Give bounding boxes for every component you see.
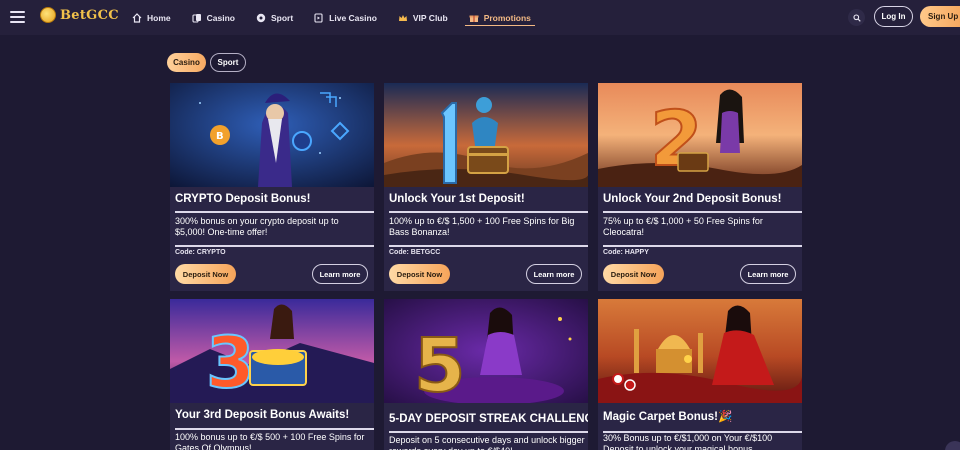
promo-card-1st-deposit: Unlock Your 1st Deposit! 100% up to €/$ … <box>384 83 588 291</box>
promo-title: Your 3rd Deposit Bonus Awaits! <box>175 409 350 421</box>
logo-text: BetGCC <box>60 7 119 23</box>
promo-image-crypto[interactable]: B <box>170 83 374 187</box>
divider <box>389 211 588 213</box>
promo-description: 100% up to €/$ 1,500 + 100 Free Spins fo… <box>389 216 575 237</box>
crown-icon <box>398 14 407 21</box>
nav-promotions-label: Promotions <box>483 12 531 23</box>
nav-promotions[interactable]: Promotions <box>464 0 536 35</box>
learn-more-button[interactable]: Learn more <box>526 264 582 284</box>
search-button[interactable] <box>848 9 865 26</box>
promo-description: 100% bonus up to €/$ 500 + 100 Free Spin… <box>175 432 365 450</box>
promo-card-3rd-deposit: 3 Your 3rd Deposit Bonus Awaits! 100% bo… <box>170 299 374 450</box>
tab-sport[interactable]: Sport <box>210 53 246 72</box>
promo-image-3rd-deposit[interactable]: 3 <box>170 299 374 403</box>
promo-card-crypto: B CRYPTO Deposit Bonus! 300% bonus on yo… <box>170 83 374 291</box>
promo-title: Unlock Your 1st Deposit! <box>389 193 525 205</box>
divider <box>603 245 802 247</box>
promo-title: Magic Carpet Bonus!🎉 <box>603 411 733 423</box>
logo-coin-icon <box>40 7 56 23</box>
promo-card-2nd-deposit: 2 Unlock Your 2nd Deposit Bonus! 75% up … <box>598 83 802 291</box>
nav-sport[interactable]: Sport <box>256 0 293 35</box>
nav-home-label: Home <box>147 12 171 23</box>
live-icon <box>314 12 323 23</box>
divider <box>389 245 588 247</box>
promo-title: 5-DAY DEPOSIT STREAK CHALLENGE <box>389 413 588 425</box>
promo-description: 75% up to €/$ 1,000 + 50 Free Spins for … <box>603 216 763 237</box>
learn-more-button[interactable]: Learn more <box>740 264 796 284</box>
divider <box>175 245 374 247</box>
divider <box>603 211 802 213</box>
promo-card-magic-carpet: Magic Carpet Bonus!🎉 30% Bonus up to €/$… <box>598 299 802 450</box>
deposit-now-button[interactable]: Deposit Now <box>603 264 664 284</box>
svg-text:B: B <box>216 131 224 142</box>
promo-description: 30% Bonus up to €/$1,000 on Your €/$100 … <box>603 433 773 450</box>
promo-code: Code: BETGCC <box>389 249 441 256</box>
promo-code: Code: HAPPY <box>603 249 649 256</box>
signup-button[interactable]: Sign Up <box>920 6 960 27</box>
nav-live-casino-label: Live Casino <box>329 12 377 23</box>
menu-icon[interactable] <box>10 11 25 23</box>
cards-icon <box>192 13 201 23</box>
promo-code: Code: CRYPTO <box>175 249 226 256</box>
deposit-now-button[interactable]: Deposit Now <box>175 264 236 284</box>
divider <box>389 431 588 433</box>
divider <box>175 211 374 213</box>
svg-text:3: 3 <box>206 322 255 403</box>
nav-vip-club[interactable]: VIP Club <box>398 0 448 35</box>
nav-casino[interactable]: Casino <box>192 0 235 35</box>
promo-image-magic-carpet[interactable] <box>598 299 802 403</box>
nav-vip-club-label: VIP Club <box>412 12 448 23</box>
logo[interactable]: BetGCC <box>40 7 119 23</box>
login-button[interactable]: Log In <box>874 6 913 27</box>
learn-more-button[interactable]: Learn more <box>312 264 368 284</box>
promo-image-2nd-deposit[interactable]: 2 <box>598 83 802 187</box>
promo-image-5-day-streak[interactable]: 5 <box>384 299 588 403</box>
promo-description: 300% bonus on your crypto deposit up to … <box>175 216 339 237</box>
nav-casino-label: Casino <box>206 12 235 23</box>
search-icon <box>852 13 861 22</box>
nav-sport-label: Sport <box>270 12 294 23</box>
deposit-now-button[interactable]: Deposit Now <box>389 264 450 284</box>
gift-icon <box>469 15 479 22</box>
tab-casino[interactable]: Casino <box>167 53 206 72</box>
promo-image-1st-deposit[interactable] <box>384 83 588 187</box>
promo-description: Deposit on 5 consecutive days and unlock… <box>389 435 585 450</box>
divider <box>175 428 374 430</box>
home-icon <box>132 12 142 23</box>
promo-title: Unlock Your 2nd Deposit Bonus! <box>603 193 782 205</box>
soccer-ball-icon <box>256 13 266 22</box>
promo-card-5-day-streak: 5 5-DAY DEPOSIT STREAK CHALLENGE Deposit… <box>384 299 588 450</box>
nav-live-casino[interactable]: Live Casino <box>314 0 377 35</box>
nav-home[interactable]: Home <box>132 0 171 35</box>
top-header: BetGCC Home Casino Sport Live Casino VIP… <box>0 0 960 35</box>
main-nav: Home Casino Sport Live Casino VIP Club P… <box>132 0 552 35</box>
promo-title: CRYPTO Deposit Bonus! <box>175 193 311 205</box>
scroll-to-top-button[interactable] <box>945 441 960 450</box>
svg-text:5: 5 <box>414 323 466 403</box>
